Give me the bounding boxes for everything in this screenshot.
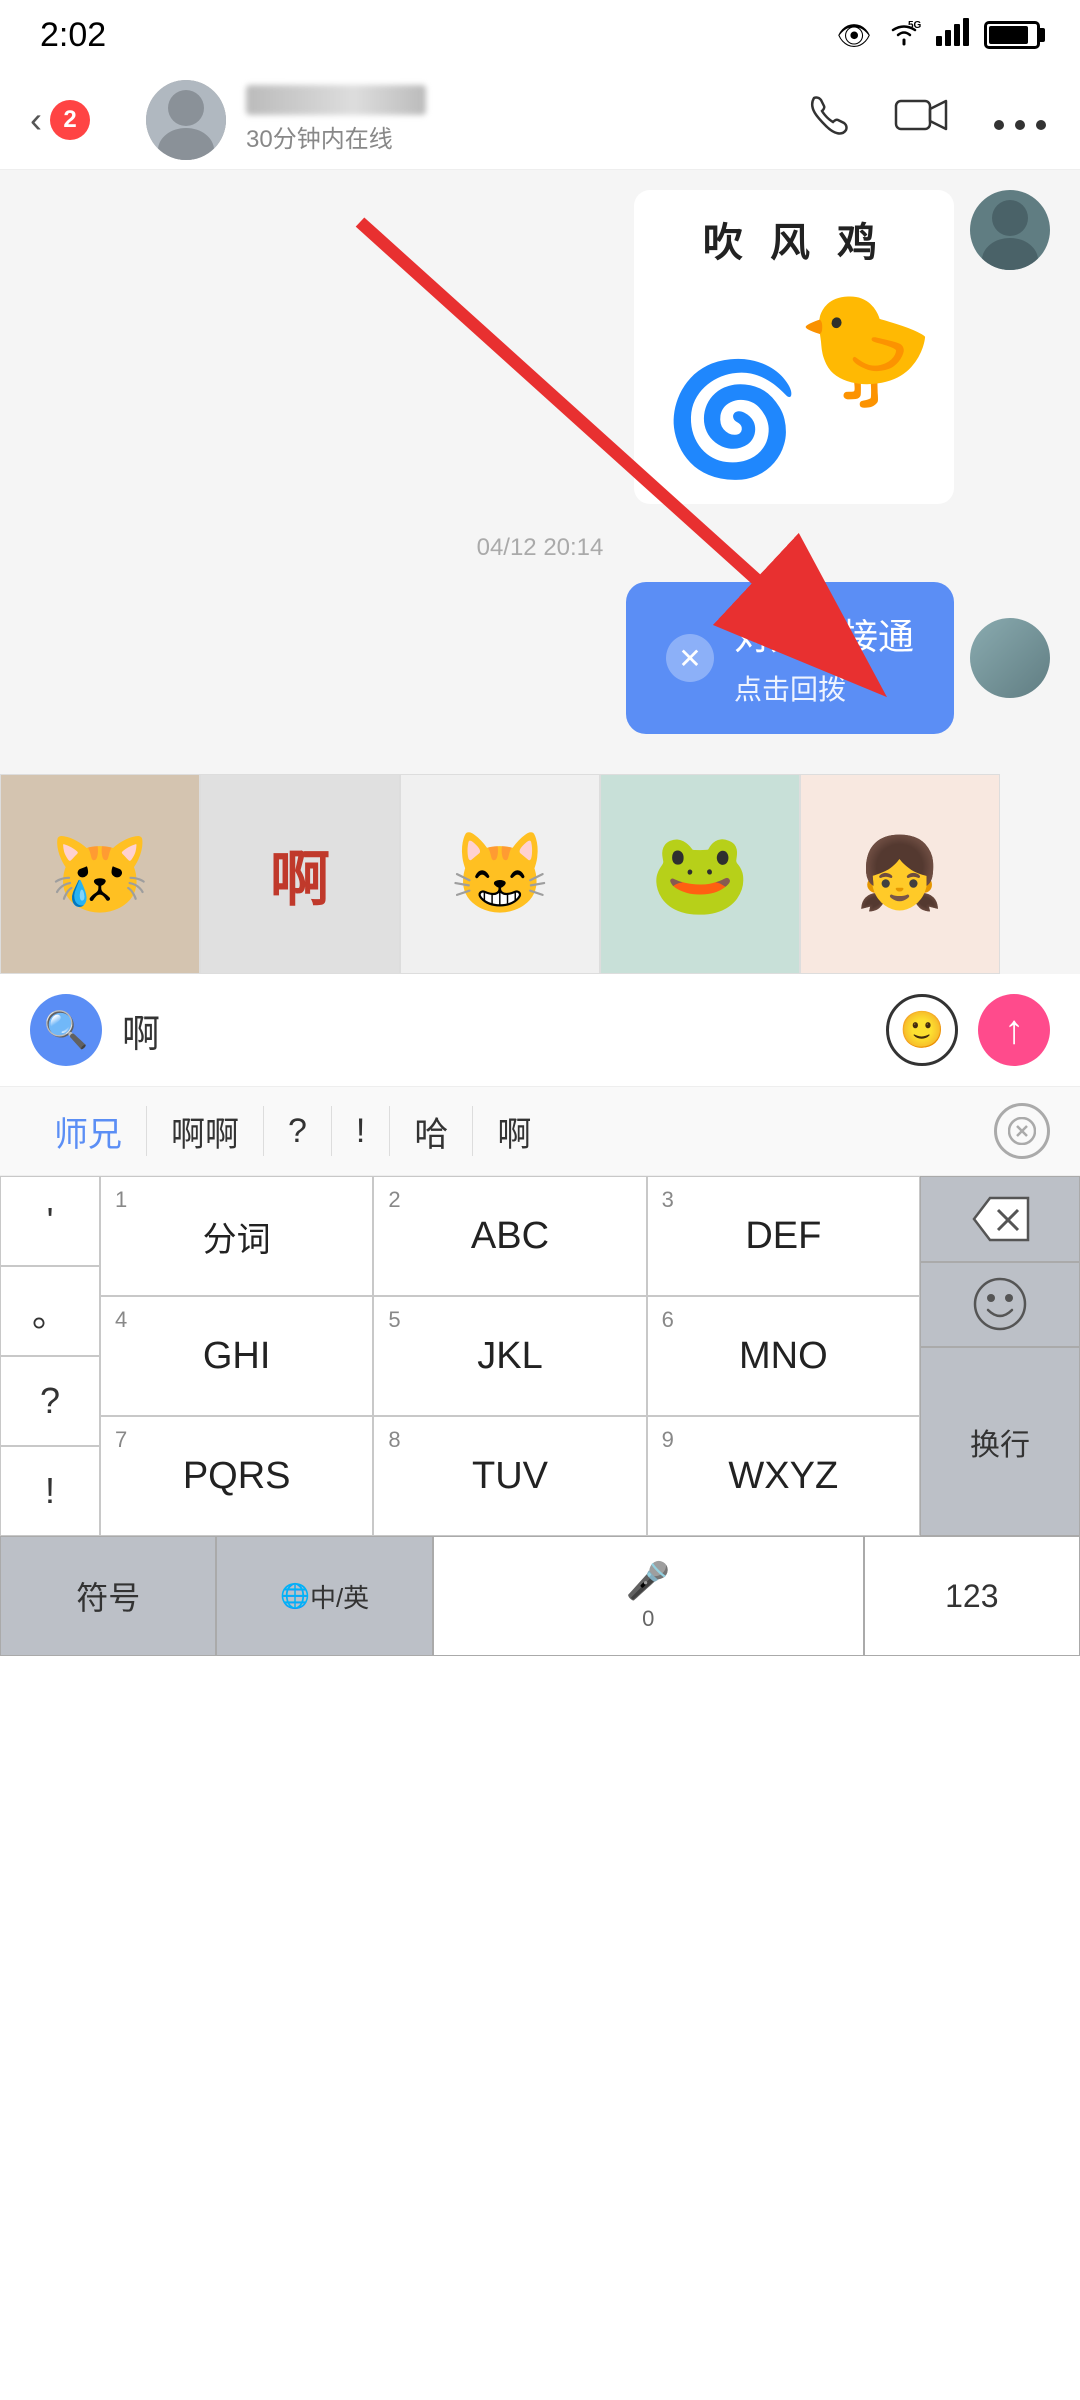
sticker-item-3[interactable]: 😸 bbox=[400, 774, 600, 974]
eye-icon: 👁 bbox=[836, 19, 872, 52]
search-button[interactable]: 🔍 bbox=[30, 994, 102, 1066]
phone-call-button[interactable] bbox=[804, 90, 854, 150]
back-arrow-icon: ‹ bbox=[30, 99, 42, 141]
key-2-abc[interactable]: 2 ABC bbox=[373, 1176, 646, 1296]
suggestion-close-button[interactable] bbox=[994, 1103, 1050, 1159]
keyboard-bottom-row: 符号 🌐 中/英 🎤 0 123 bbox=[0, 1536, 1080, 1656]
key-5-jkl[interactable]: 5 JKL bbox=[373, 1296, 646, 1416]
avatar bbox=[146, 80, 226, 160]
key-emoji-right[interactable] bbox=[920, 1262, 1080, 1348]
key-3-def[interactable]: 3 DEF bbox=[647, 1176, 920, 1296]
signal-icon bbox=[936, 18, 970, 53]
status-time: 2:02 bbox=[40, 16, 106, 55]
emoji-icon: 🙂 bbox=[900, 1009, 945, 1051]
back-button[interactable]: ‹ 2 bbox=[30, 99, 130, 141]
key-9-wxyz[interactable]: 9 WXYZ bbox=[647, 1416, 920, 1536]
key-symbols[interactable]: 符号 bbox=[0, 1536, 216, 1656]
key-exclaim[interactable]: ! bbox=[0, 1446, 100, 1536]
contact-name bbox=[246, 85, 426, 115]
key-1-fenchi[interactable]: 1 分词 bbox=[100, 1176, 373, 1296]
key-8-tuv[interactable]: 8 TUV bbox=[373, 1416, 646, 1536]
globe-icon: 🌐 bbox=[280, 1582, 310, 1611]
status-icons: 👁 5G bbox=[836, 18, 1040, 53]
wifi-icon: 5G bbox=[886, 18, 922, 53]
call-bubble[interactable]: ✕ 对方未接通 点击回拨 bbox=[626, 582, 954, 734]
call-main-text: 对方未接通 bbox=[734, 608, 914, 660]
more-options-button[interactable] bbox=[990, 96, 1050, 144]
keyboard-grid: 1 分词 2 ABC 3 DEF 4 GHI 5 bbox=[100, 1176, 920, 1536]
contact-status: 30分钟内在线 bbox=[246, 119, 426, 154]
keyboard-left-col: ' 。 ? ! bbox=[0, 1176, 100, 1536]
search-icon: 🔍 bbox=[44, 1009, 89, 1051]
fan-emoji: 🌀 bbox=[664, 355, 801, 484]
sticker-message: 吹 风 鸡 🌀 🐤 bbox=[30, 190, 1050, 504]
call-message: ✕ 对方未接通 点击回拨 bbox=[30, 582, 1050, 734]
key-newline[interactable]: 换行 bbox=[920, 1347, 1080, 1536]
suggestion-item-4[interactable]: 哈 bbox=[390, 1087, 472, 1175]
send-icon: ↑ bbox=[1004, 1008, 1024, 1053]
keyboard: ' 。 ? ! 1 分词 2 ABC bbox=[0, 1176, 1080, 1656]
chat-area: 吹 风 鸡 🌀 🐤 04/12 20:14 ✕ 对方未接通 bbox=[0, 170, 1080, 774]
keyboard-main: ' 。 ? ! 1 分词 2 ABC bbox=[0, 1176, 1080, 1536]
key-question[interactable]: ? bbox=[0, 1356, 100, 1446]
unread-badge: 2 bbox=[50, 100, 90, 140]
suggestion-row: 师兄 啊啊 ? ! 哈 啊 bbox=[0, 1086, 1080, 1176]
chicken-emoji: 🐤 bbox=[797, 284, 934, 413]
sticker-image: 🌀 🐤 bbox=[654, 284, 934, 484]
top-nav: ‹ 2 30分钟内在线 bbox=[0, 70, 1080, 170]
key-numbers[interactable]: 123 bbox=[864, 1536, 1080, 1656]
sticker-item-4[interactable]: 🐸 bbox=[600, 774, 800, 974]
send-button[interactable]: ↑ bbox=[978, 994, 1050, 1066]
key-lang-switch[interactable]: 🌐 中/英 bbox=[216, 1536, 432, 1656]
keyboard-row-1: 1 分词 2 ABC 3 DEF bbox=[100, 1176, 920, 1296]
key-period[interactable]: 。 bbox=[0, 1266, 100, 1356]
search-input[interactable] bbox=[122, 994, 866, 1066]
search-bar: 🔍 🙂 ↑ bbox=[0, 974, 1080, 1086]
call-cancel-icon[interactable]: ✕ bbox=[666, 634, 714, 682]
call-text: 对方未接通 点击回拨 bbox=[734, 608, 914, 708]
key-6-mno[interactable]: 6 MNO bbox=[647, 1296, 920, 1416]
suggestion-item-2[interactable]: ? bbox=[264, 1087, 331, 1175]
keyboard-right-col: 换行 bbox=[920, 1176, 1080, 1536]
sticker-item-2[interactable]: 啊 bbox=[200, 774, 400, 974]
key-7-pqrs[interactable]: 7 PQRS bbox=[100, 1416, 373, 1536]
keyboard-row-3: 7 PQRS 8 TUV 9 WXYZ bbox=[100, 1416, 920, 1536]
status-bar: 2:02 👁 5G bbox=[0, 0, 1080, 70]
contact-text: 30分钟内在线 bbox=[246, 85, 426, 154]
suggestion-item-0[interactable]: 师兄 bbox=[30, 1087, 146, 1175]
sticker-row: 😿 啊 😸 🐸 👧 bbox=[0, 774, 1080, 974]
message-timestamp: 04/12 20:14 bbox=[30, 534, 1050, 562]
battery-icon bbox=[984, 21, 1040, 49]
sticker-title: 吹 风 鸡 bbox=[703, 210, 885, 268]
key-apostrophe[interactable]: ' bbox=[0, 1176, 100, 1266]
svg-text:5G: 5G bbox=[908, 20, 922, 31]
sticker-item-5[interactable]: 👧 bbox=[800, 774, 1000, 974]
sticker-item-1[interactable]: 😿 bbox=[0, 774, 200, 974]
nav-actions bbox=[804, 90, 1050, 150]
suggestion-item-1[interactable]: 啊啊 bbox=[147, 1087, 263, 1175]
key-space[interactable]: 🎤 0 bbox=[433, 1536, 864, 1656]
call-sender-avatar bbox=[970, 618, 1050, 698]
key-delete[interactable] bbox=[920, 1176, 1080, 1262]
keyboard-row-2: 4 GHI 5 JKL 6 MNO bbox=[100, 1296, 920, 1416]
video-call-button[interactable] bbox=[894, 95, 950, 145]
avatar-image bbox=[146, 80, 226, 160]
suggestion-item-5[interactable]: 啊 bbox=[473, 1087, 555, 1175]
suggestion-item-3[interactable]: ! bbox=[332, 1087, 389, 1175]
sticker-content: 吹 风 鸡 🌀 🐤 bbox=[634, 190, 954, 504]
sender-avatar bbox=[970, 190, 1050, 270]
contact-info: 30分钟内在线 bbox=[146, 80, 804, 160]
call-sub-text: 点击回拨 bbox=[734, 668, 914, 708]
key-4-ghi[interactable]: 4 GHI bbox=[100, 1296, 373, 1416]
emoji-button[interactable]: 🙂 bbox=[886, 994, 958, 1066]
mic-icon: 🎤 bbox=[626, 1560, 671, 1602]
